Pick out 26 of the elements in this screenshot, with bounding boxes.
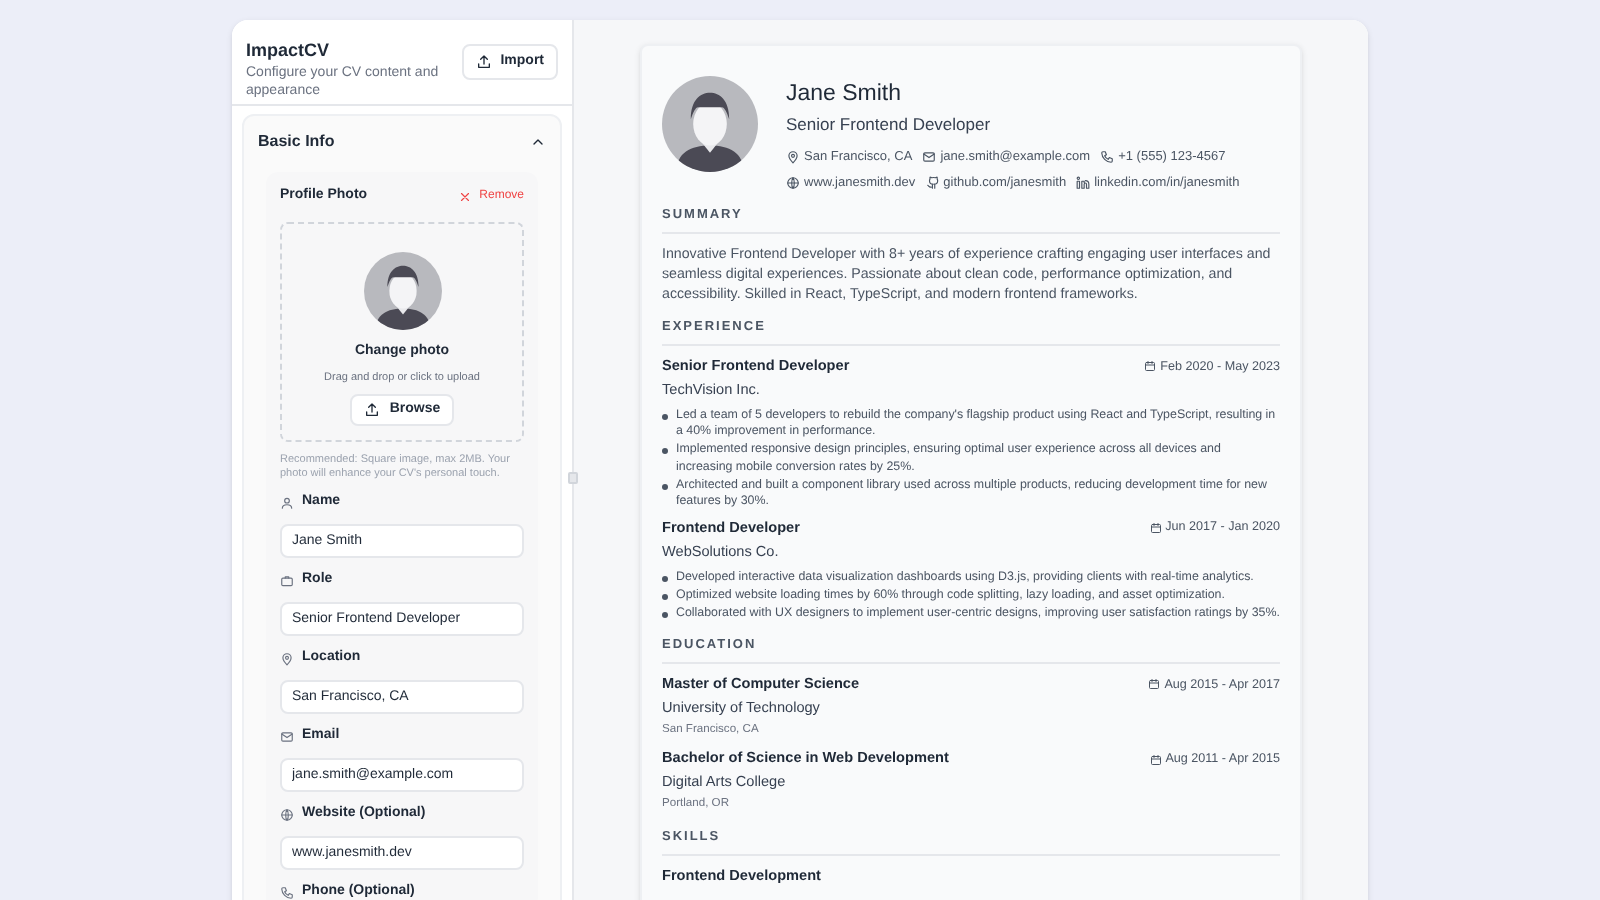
upload-icon bbox=[476, 54, 493, 70]
linkedin-icon bbox=[1076, 175, 1091, 190]
avatar-silhouette bbox=[363, 252, 441, 330]
calendar-icon bbox=[1148, 678, 1161, 691]
phone-icon bbox=[280, 885, 294, 899]
resume-role: Senior Frontend Developer bbox=[786, 112, 993, 138]
resize-handle[interactable] bbox=[568, 472, 578, 484]
person-icon bbox=[280, 495, 294, 509]
briefcase-icon bbox=[280, 573, 294, 587]
envelope-icon bbox=[922, 150, 937, 165]
globe-icon bbox=[280, 807, 294, 821]
avatar-silhouette bbox=[662, 76, 758, 172]
map-pin-icon bbox=[280, 651, 294, 665]
section-header[interactable]: Basic Info bbox=[244, 122, 560, 160]
resume-name: Jane Smith bbox=[786, 80, 904, 108]
calendar-icon bbox=[1144, 360, 1157, 373]
phone-icon bbox=[1100, 150, 1115, 165]
envelope-icon bbox=[280, 729, 294, 743]
globe-icon bbox=[786, 175, 800, 190]
map-pin-icon bbox=[786, 150, 800, 165]
calendar-icon bbox=[1149, 753, 1162, 766]
close-icon bbox=[457, 189, 472, 203]
github-icon bbox=[925, 175, 940, 190]
app-title: ImpactCV bbox=[246, 38, 332, 62]
calendar-icon bbox=[1149, 522, 1162, 535]
upload-icon bbox=[363, 401, 380, 418]
